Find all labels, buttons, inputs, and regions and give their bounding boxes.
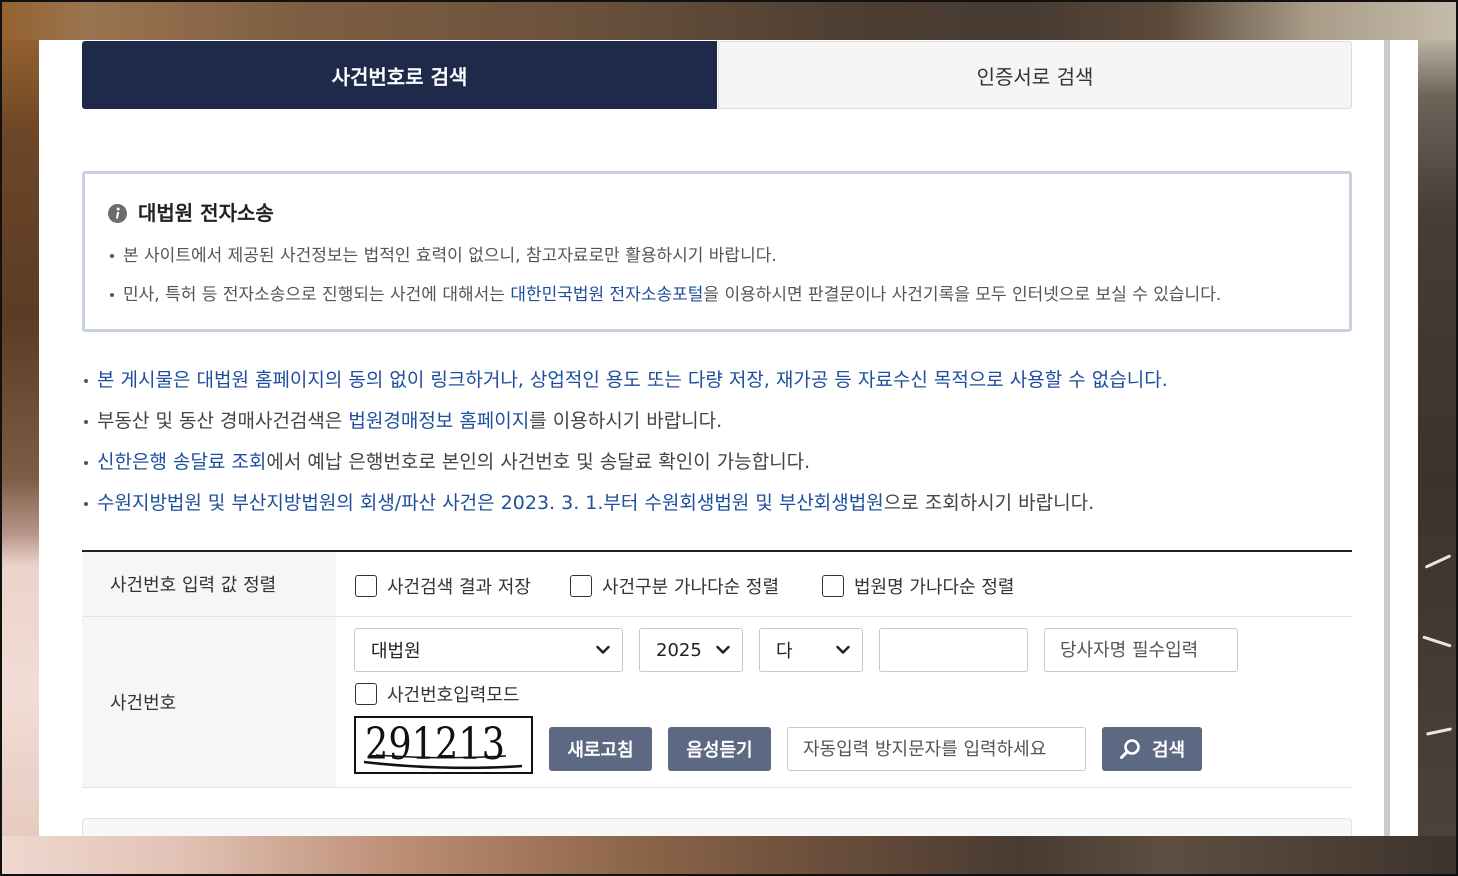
checkbox-box[interactable] <box>570 575 592 597</box>
notice-title: 대법원 전자소송 <box>138 201 274 225</box>
tab-case-number-search[interactable]: 사건번호로 검색 <box>82 41 717 109</box>
guideline-text-after: 에서 예납 은행번호로 본인의 사건번호 및 송달료 확인이 가능합니다. <box>266 451 811 473</box>
info-icon <box>108 204 127 223</box>
save-search-result-checkbox[interactable]: 사건검색 결과 저장 <box>355 572 531 600</box>
tab-certificate-search[interactable]: 인증서로 검색 <box>718 41 1352 109</box>
case-type-select-value: 다 <box>776 641 793 662</box>
guideline-text-after: 으로 조회하시기 바랍니다. <box>883 492 1095 514</box>
case-search-form: 사건번호 입력 값 정렬 사건검색 결과 저장 사건구분 가나다순 정렬 법원명… <box>82 550 1352 788</box>
case-number-row: 사건번호 대법원 2025 다 사건번호입력모드 <box>82 617 1352 788</box>
sort-options-cell: 사건검색 결과 저장 사건구분 가나다순 정렬 법원명 가나다순 정렬 <box>336 552 1352 616</box>
court-select-value: 대법원 <box>371 641 421 662</box>
checkbox-box[interactable] <box>822 575 844 597</box>
e-litigation-portal-link[interactable]: 대한민국법원 전자소송포털 <box>510 285 703 305</box>
background-streak <box>1422 635 1452 648</box>
sort-by-court-name-checkbox[interactable]: 법원명 가나다순 정렬 <box>822 572 1014 600</box>
captcha-text: 291213 <box>365 719 505 770</box>
chevron-down-icon <box>596 645 610 654</box>
guideline-highlight: 수원지방법원 및 부산지방법원의 회생/파산 사건은 2023. 3. 1.부터… <box>97 492 884 514</box>
sort-options-row: 사건번호 입력 값 정렬 사건검색 결과 저장 사건구분 가나다순 정렬 법원명… <box>82 552 1352 617</box>
guideline-item: 부동산 및 동산 경매사건검색은 법원경매정보 홈페이지를 이용하시기 바랍니다… <box>82 401 1168 442</box>
year-select-value: 2025 <box>656 639 702 661</box>
notice-item: 본 사이트에서 제공된 사건정보는 법적인 효력이 없으니, 참고자료로만 활용… <box>110 242 777 270</box>
checkbox-label: 사건번호입력모드 <box>387 685 520 706</box>
result-panel <box>82 818 1352 836</box>
scrollbar[interactable] <box>1384 40 1390 836</box>
guideline-text-after: 를 이용하시기 바랍니다. <box>529 410 723 432</box>
search-button[interactable]: 검색 <box>1102 727 1202 771</box>
case-number-label: 사건번호 <box>82 617 336 787</box>
captcha-audio-button[interactable]: 음성듣기 <box>668 727 771 771</box>
search-icon <box>1119 739 1140 759</box>
court-auction-info-link[interactable]: 법원경매정보 홈페이지 <box>348 410 529 432</box>
guideline-highlight: 본 게시물은 대법원 홈페이지의 동의 없이 링크하거나, 상업적인 용도 또는… <box>97 369 1168 391</box>
guideline-item: 수원지방법원 및 부산지방법원의 회생/파산 사건은 2023. 3. 1.부터… <box>82 483 1168 524</box>
background-photo-left <box>0 40 39 836</box>
guideline-text: 부동산 및 동산 경매사건검색은 <box>97 410 349 432</box>
background-streak <box>1425 727 1453 736</box>
chevron-down-icon <box>836 645 850 654</box>
guideline-item: 본 게시물은 대법원 홈페이지의 동의 없이 링크하거나, 상업적인 용도 또는… <box>82 360 1168 401</box>
notice-box: 대법원 전자소송 본 사이트에서 제공된 사건정보는 법적인 효력이 없으니, … <box>82 171 1352 332</box>
case-type-select[interactable]: 다 <box>759 628 863 672</box>
checkbox-label: 사건검색 결과 저장 <box>387 577 531 598</box>
sort-by-case-type-checkbox[interactable]: 사건구분 가나다순 정렬 <box>570 572 779 600</box>
case-number-input-mode-checkbox[interactable]: 사건번호입력모드 <box>355 680 519 708</box>
case-number-input[interactable] <box>879 628 1028 672</box>
captcha-image: 291213 <box>354 716 533 774</box>
year-select[interactable]: 2025 <box>639 628 743 672</box>
court-select[interactable]: 대법원 <box>354 628 623 672</box>
sort-options-label: 사건번호 입력 값 정렬 <box>82 552 336 616</box>
notice-item-text-after: 을 이용하시면 판결문이나 사건기록을 모두 인터넷으로 보실 수 있습니다. <box>703 285 1222 305</box>
search-button-label: 검색 <box>1151 740 1186 760</box>
party-name-input[interactable] <box>1044 628 1238 672</box>
notice-item-text: 민사, 특허 등 전자소송으로 진행되는 사건에 대해서는 <box>123 285 511 305</box>
checkbox-label: 법원명 가나다순 정렬 <box>854 577 1015 598</box>
background-streak <box>1424 554 1452 569</box>
captcha-graphic: 291213 <box>363 719 523 770</box>
captcha-input[interactable] <box>787 727 1086 771</box>
case-number-cell: 대법원 2025 다 사건번호입력모드 <box>336 617 1352 787</box>
chevron-down-icon <box>716 645 730 654</box>
background-photo-right <box>1418 40 1458 836</box>
guideline-item: 신한은행 송달료 조회에서 예납 은행번호로 본인의 사건번호 및 송달료 확인… <box>82 442 1168 483</box>
background-photo-top <box>0 0 1458 40</box>
search-panel: 사건번호로 검색 인증서로 검색 대법원 전자소송 본 사이트에서 제공된 사건… <box>39 40 1418 836</box>
checkbox-box[interactable] <box>355 683 377 705</box>
background-photo-bottom <box>0 836 1458 876</box>
checkbox-label: 사건구분 가나다순 정렬 <box>602 577 780 598</box>
shinhan-bank-fee-link[interactable]: 신한은행 송달료 조회 <box>97 451 266 473</box>
notice-item: 민사, 특허 등 전자소송으로 진행되는 사건에 대해서는 대한민국법원 전자소… <box>109 281 1222 309</box>
captcha-refresh-button[interactable]: 새로고침 <box>549 727 652 771</box>
notice-item-text: 본 사이트에서 제공된 사건정보는 법적인 효력이 없으니, 참고자료로만 활용… <box>123 246 777 266</box>
checkbox-box[interactable] <box>355 575 377 597</box>
guideline-list: 본 게시물은 대법원 홈페이지의 동의 없이 링크하거나, 상업적인 용도 또는… <box>82 360 1168 524</box>
